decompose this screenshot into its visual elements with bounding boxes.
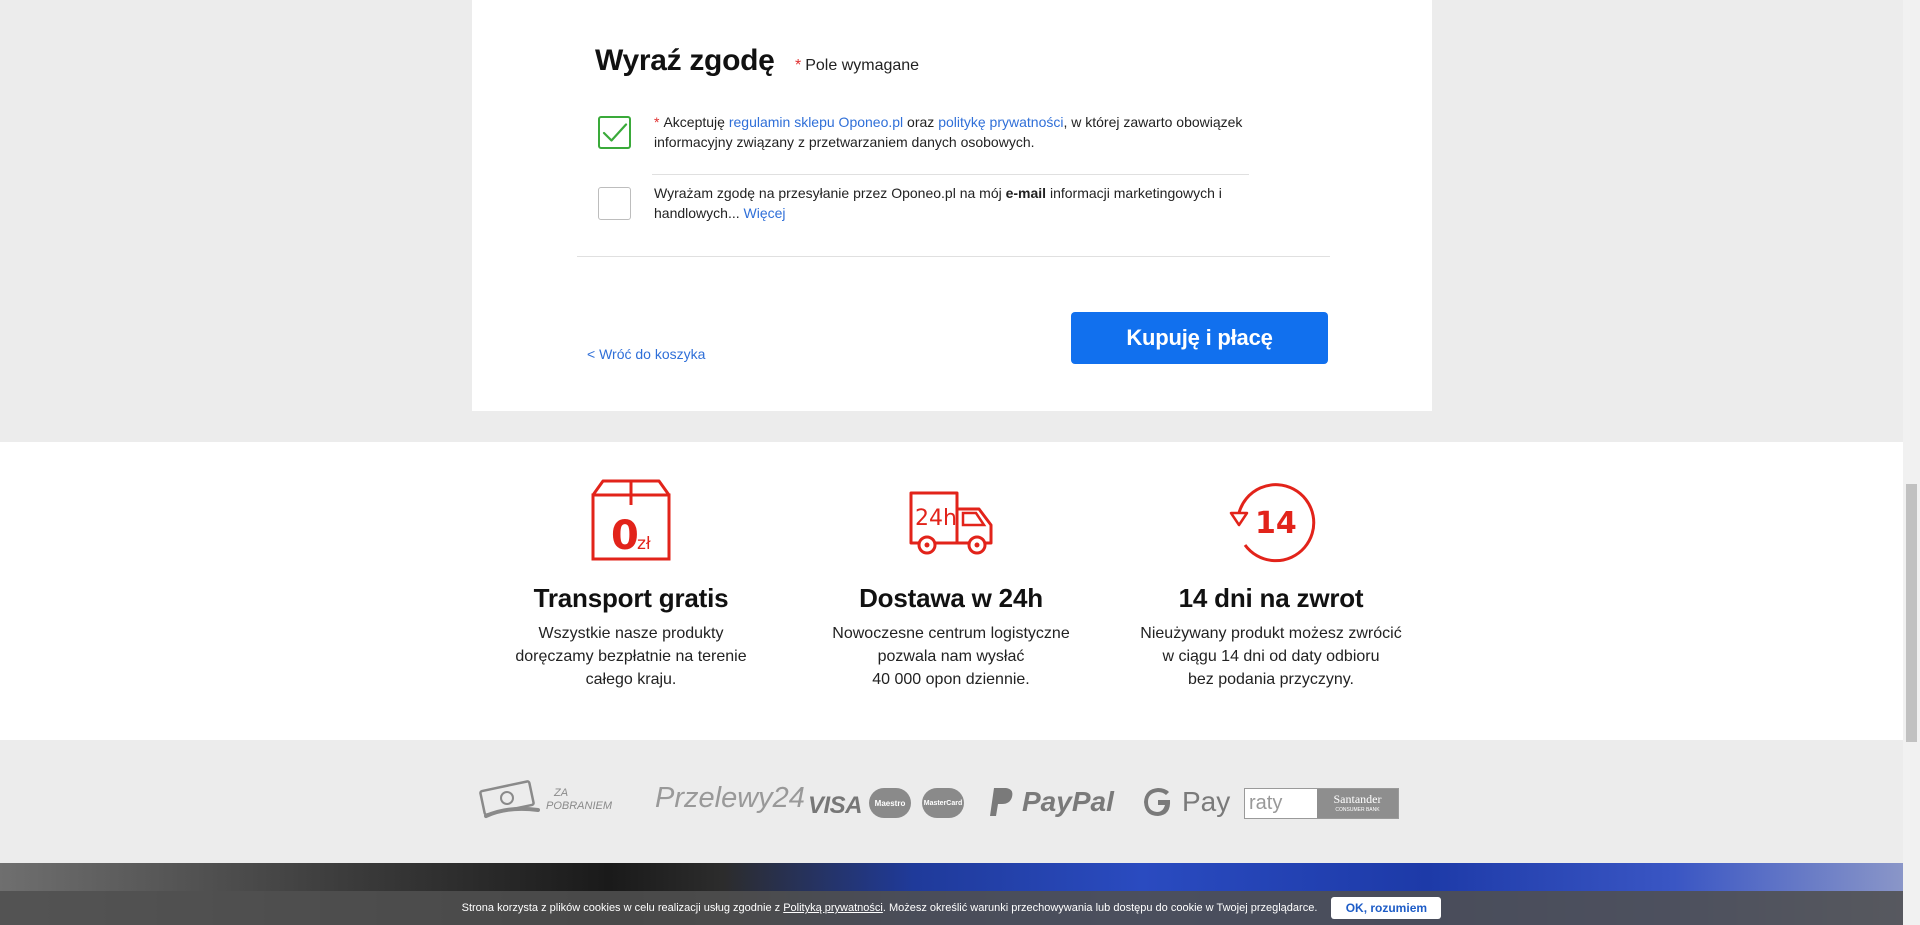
back-to-cart-link[interactable]: < Wróć do koszyka — [587, 346, 705, 362]
features-band: 0 zł Transport gratis Wszystkie nasze pr… — [0, 442, 1903, 740]
cookie-text-part: . Możesz określić warunki przechowywania… — [882, 902, 1318, 914]
cash-on-delivery-icon — [479, 780, 540, 818]
raty-text: raty — [1245, 789, 1317, 818]
maestro-logo: Maestro — [869, 788, 911, 818]
consent-card: Wyraź zgodę * Pole wymagane * Akceptuję re… — [472, 0, 1432, 411]
mastercard-logo: MasterCard — [922, 788, 964, 818]
marketing-checkbox[interactable] — [598, 187, 631, 220]
box-free-shipping-icon: 0 zł — [591, 479, 671, 561]
paypal-logo: PayPal — [988, 786, 1114, 818]
icon-14-text: 14 — [1255, 506, 1297, 541]
google-g-icon — [1144, 788, 1171, 816]
page-scrollbar[interactable] — [1903, 0, 1920, 925]
terms-checkbox[interactable] — [598, 116, 631, 149]
cookie-text: Strona korzysta z plików cookies w celu … — [462, 902, 1318, 914]
scrollbar-thumb[interactable] — [1906, 484, 1917, 742]
row-divider — [652, 174, 1249, 175]
santander-raty-logo: raty Santander CONSUMER BANK — [1244, 788, 1399, 819]
buy-and-pay-button[interactable]: Kupuję i płacę — [1071, 312, 1328, 364]
cash-on-delivery-logo: ZA POBRANIEM — [478, 776, 612, 824]
payment-methods-strip: ZA POBRANIEM Przelewy24 VISA Maestro Mas… — [0, 740, 1903, 863]
paypal-text: PayPal — [1022, 786, 1114, 817]
feature-free-shipping: 0 zł Transport gratis Wszystkie nasze pr… — [481, 442, 781, 691]
icon-zero-text: 0 — [611, 513, 639, 559]
santander-badge: Santander CONSUMER BANK — [1317, 789, 1398, 818]
feature-description: Wszystkie nasze produkty doręczamy bezpł… — [515, 625, 747, 688]
more-link[interactable]: Więcej — [744, 205, 786, 221]
required-star: * — [795, 57, 802, 74]
feature-title: Transport gratis — [533, 583, 729, 613]
terms-text-part: oraz — [903, 114, 939, 130]
feature-return-14-days: 14 14 dni na zwrot Nieużywany produkt mo… — [1121, 442, 1421, 691]
visa-logo: VISA — [808, 792, 863, 819]
store-terms-link[interactable]: regulamin sklepu Oponeo.pl — [729, 114, 903, 130]
terms-consent-text: * Akceptuję regulamin sklepu Oponeo.pl or… — [654, 112, 1254, 152]
feature-title: 14 dni na zwrot — [1178, 583, 1364, 613]
paypal-icon — [990, 788, 1013, 816]
terms-text-part: Akceptuję — [663, 114, 729, 130]
email-bold-text: e-mail — [1005, 185, 1047, 201]
feature-delivery-24h: 24h Dostawa w 24h Nowoczesne centrum log… — [801, 442, 1101, 691]
return-14-days-icon: 14 — [1229, 483, 1316, 563]
checkmark-icon — [602, 122, 627, 142]
cookie-privacy-link[interactable]: Polityką prywatności — [783, 902, 883, 914]
cookie-text-part: Strona korzysta z plików cookies w celu … — [461, 902, 784, 914]
przelewy24-logo: Przelewy24 — [655, 782, 805, 814]
cod-text-line2: POBRANIEM — [546, 800, 613, 812]
icon-24h-text: 24h — [915, 506, 957, 531]
feature-title: Dostawa w 24h — [859, 583, 1043, 613]
consent-title: Wyraź zgodę — [595, 44, 775, 77]
required-label: Pole wymagane — [805, 57, 920, 74]
required-star: * — [654, 114, 660, 130]
marketing-consent-text: Wyrażam zgodę na przesyłanie przez Opone… — [654, 183, 1254, 223]
santander-subtext: CONSUMER BANK — [1335, 807, 1380, 813]
feature-description: Nowoczesne centrum logistyczne pozwala n… — [832, 625, 1070, 688]
cookie-accept-button[interactable]: OK, rozumiem — [1331, 897, 1442, 919]
google-pay-text: Pay — [1182, 786, 1231, 817]
santander-text: Santander — [1333, 792, 1382, 806]
marketing-text-part: Wyrażam zgodę na przesyłanie przez Opone… — [654, 185, 1006, 201]
feature-description: Nieużywany produkt możesz zwrócić w ciąg… — [1140, 625, 1402, 688]
cod-text-line1: ZA — [554, 787, 569, 799]
required-note: * Pole wymagane — [795, 57, 919, 75]
section-divider — [577, 256, 1330, 257]
cookie-bar: Strona korzysta z plików cookies w celu … — [0, 891, 1903, 925]
google-pay-logo: Pay — [1142, 786, 1230, 818]
privacy-policy-link[interactable]: politykę prywatności — [938, 114, 1063, 130]
delivery-truck-24h-icon: 24h — [909, 491, 993, 555]
icon-currency-text: zł — [637, 534, 651, 554]
